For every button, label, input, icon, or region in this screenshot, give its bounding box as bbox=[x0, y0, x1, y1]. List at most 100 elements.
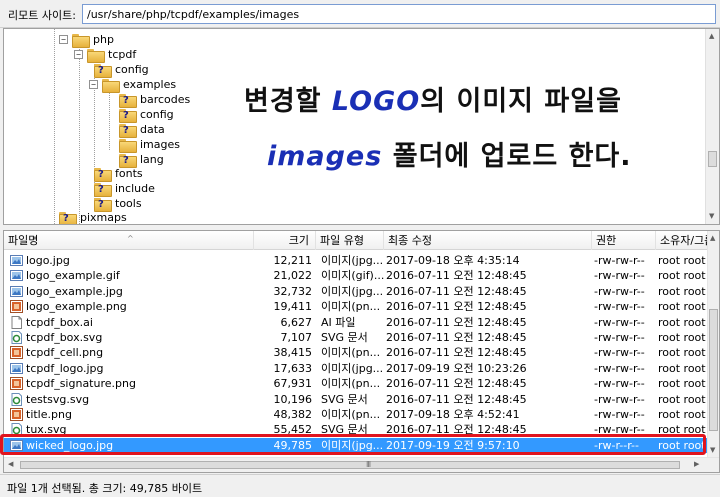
file-name: tcpdf_box.svg bbox=[26, 331, 103, 344]
file-list-scroll-thumb[interactable] bbox=[709, 309, 718, 431]
file-owner: root root bbox=[658, 300, 706, 314]
column-header-modified[interactable]: 최종 수정 bbox=[384, 231, 592, 250]
tree-node[interactable]: ? config bbox=[119, 107, 174, 123]
file-modified: 2016-07-11 오전 12:48:45 bbox=[386, 392, 527, 406]
folder-unknown-icon: ? bbox=[59, 211, 77, 224]
file-owner: root root bbox=[658, 315, 706, 329]
file-row[interactable]: tcpdf_signature.png 67,931 이미지(pn... 2016-0… bbox=[4, 376, 709, 392]
file-owner: root root bbox=[658, 392, 706, 406]
grip-icon: III bbox=[366, 460, 371, 469]
tree-node[interactable]: ? fonts bbox=[94, 166, 143, 182]
file-row[interactable]: tcpdf_logo.jpg 17,633 이미지(jpg... 2017-09-19… bbox=[4, 361, 709, 377]
folder-icon bbox=[119, 138, 137, 153]
file-row[interactable]: title.png 48,382 이미지(pn... 2017-09-18 오후 4:… bbox=[4, 407, 709, 423]
file-row[interactable]: logo.jpg 12,211 이미지(jpg... 2017-09-18 오후 4:… bbox=[4, 253, 709, 269]
tree-node[interactable]: ? data bbox=[119, 122, 165, 138]
file-type: 이미지(pn... bbox=[321, 300, 381, 314]
file-list-hscroll-thumb[interactable]: III bbox=[20, 460, 680, 469]
folder-unknown-icon: ? bbox=[94, 167, 112, 182]
scroll-right-icon[interactable]: ▶ bbox=[694, 460, 699, 468]
file-modified: 2016-07-11 오전 12:48:45 bbox=[386, 423, 527, 437]
svg-file-icon bbox=[10, 392, 23, 406]
remote-path-input[interactable] bbox=[82, 4, 716, 24]
tree-node[interactable]: − tcpdf bbox=[74, 47, 137, 63]
remote-site-bar: 리모트 사이트: bbox=[0, 0, 720, 28]
file-row[interactable]: logo_example.png 19,411 이미지(pn... 2016-07-1… bbox=[4, 299, 709, 315]
tree-scroll-thumb[interactable] bbox=[708, 151, 717, 167]
file-row[interactable]: tux.svg 55,452 SVG 문서 2016-07-11 오전 12:48:4… bbox=[4, 422, 709, 438]
tree-node[interactable]: images bbox=[119, 137, 180, 153]
file-size: 10,196 bbox=[273, 392, 313, 406]
file-name: logo.jpg bbox=[26, 254, 70, 267]
tree-node[interactable]: ? tools bbox=[94, 196, 142, 212]
column-header-name[interactable]: 파일명 ^ bbox=[4, 231, 254, 250]
file-row[interactable]: tcpdf_box.svg 7,107 SVG 문서 2016-07-11 오전 12… bbox=[4, 330, 709, 346]
file-size: 48,382 bbox=[273, 408, 313, 421]
folder-unknown-icon: ? bbox=[119, 123, 137, 138]
remote-directory-tree[interactable]: − php − tcpdf? config − examples? barcodes? conf… bbox=[3, 28, 720, 225]
file-type: SVG 문서 bbox=[321, 331, 368, 344]
file-name: tcpdf_cell.png bbox=[26, 346, 104, 360]
file-row[interactable]: logo_example.jpg 32,732 이미지(jpg... 2016-07-… bbox=[4, 284, 709, 300]
collapse-toggle-icon[interactable]: − bbox=[89, 80, 98, 89]
annotation-line-2: images 폴더에 업로드 한다. bbox=[267, 141, 632, 172]
file-permissions: -rw-rw-r-- bbox=[594, 269, 645, 283]
png-file-icon bbox=[10, 377, 23, 391]
file-modified: 2016-07-11 오전 12:48:45 bbox=[386, 284, 527, 298]
file-owner: root root bbox=[658, 254, 706, 267]
column-header-type[interactable]: 파일 유형 bbox=[316, 231, 384, 250]
scroll-up-icon[interactable]: ▲ bbox=[710, 234, 715, 242]
collapse-toggle-icon[interactable]: − bbox=[74, 50, 83, 59]
image-file-icon bbox=[10, 439, 23, 452]
file-size: 49,785 bbox=[273, 438, 313, 452]
scroll-up-icon[interactable]: ▲ bbox=[709, 32, 714, 40]
file-permissions: -rw-rw-r-- bbox=[594, 254, 645, 267]
column-header-owner[interactable]: 소유자/그룹 bbox=[656, 231, 709, 250]
tree-node[interactable]: ? include bbox=[94, 181, 155, 197]
tree-node[interactable]: ? config bbox=[94, 62, 149, 78]
file-type: SVG 문서 bbox=[321, 392, 368, 406]
file-row[interactable]: tcpdf_box.ai 6,627 AI 파일 2016-07-11 오전 12:4… bbox=[4, 315, 709, 331]
png-file-icon bbox=[10, 300, 23, 314]
file-name: wicked_logo.jpg bbox=[26, 438, 114, 452]
file-owner: root root bbox=[658, 284, 706, 298]
svg-file-icon bbox=[10, 331, 23, 344]
tree-node[interactable]: − examples bbox=[89, 77, 177, 93]
file-permissions: -rw-rw-r-- bbox=[594, 408, 645, 421]
tree-node[interactable]: ? pixmaps bbox=[59, 210, 127, 224]
tree-node[interactable]: ? lang bbox=[119, 152, 164, 168]
tree-node-label: examples bbox=[123, 78, 177, 91]
file-name: logo_example.png bbox=[26, 300, 127, 314]
scroll-down-icon[interactable]: ▼ bbox=[710, 446, 715, 454]
file-type: 이미지(jpg... bbox=[321, 284, 384, 298]
file-size: 67,931 bbox=[273, 377, 313, 391]
scroll-left-icon[interactable]: ◀ bbox=[8, 460, 13, 468]
tree-node[interactable]: ? barcodes bbox=[119, 92, 190, 108]
file-list-horizontal-scrollbar[interactable]: ◀ III ▶ bbox=[4, 457, 719, 472]
file-type: 이미지(jpg... bbox=[321, 361, 384, 375]
remote-file-list[interactable]: 파일명 ^ 크기 파일 유형 최종 수정 권한 소유자/그룹 logo.jpg 12… bbox=[3, 230, 720, 473]
image-file-icon bbox=[10, 362, 23, 375]
file-owner: root root bbox=[658, 377, 706, 391]
tree-node-label: pixmaps bbox=[80, 211, 127, 224]
file-size: 55,452 bbox=[273, 423, 313, 437]
file-owner: root root bbox=[658, 331, 706, 344]
file-row[interactable]: logo_example.gif 21,022 이미지(gif)... 2016-07… bbox=[4, 268, 709, 284]
annotation-line-1: 변경할 LOGO의 이미지 파일을 bbox=[244, 86, 622, 117]
tree-node-label: tcpdf bbox=[108, 48, 137, 61]
collapse-toggle-icon[interactable]: − bbox=[59, 35, 68, 44]
column-header-size[interactable]: 크기 bbox=[254, 231, 316, 250]
tree-node[interactable]: − php bbox=[59, 32, 114, 48]
file-row[interactable]: wicked_logo.jpg 49,785 이미지(jpg... 2017-09-1… bbox=[4, 437, 709, 454]
file-row[interactable]: tcpdf_cell.png 38,415 이미지(pn... 2016-07-11 … bbox=[4, 345, 709, 361]
file-row[interactable]: testsvg.svg 10,196 SVG 문서 2016-07-11 오전 12:… bbox=[4, 392, 709, 408]
tree-vertical-scrollbar[interactable]: ▲ ▼ bbox=[705, 29, 719, 224]
scroll-down-icon[interactable]: ▼ bbox=[709, 212, 714, 220]
tree-guide-line bbox=[79, 39, 80, 224]
file-permissions: -rw-rw-r-- bbox=[594, 284, 645, 298]
file-size: 12,211 bbox=[273, 254, 313, 267]
column-header-permissions[interactable]: 권한 bbox=[592, 231, 656, 250]
tree-guide-line bbox=[54, 29, 55, 224]
tree-node-label: data bbox=[140, 123, 165, 136]
file-list-vertical-scrollbar[interactable]: ▲ ▼ bbox=[707, 231, 719, 458]
